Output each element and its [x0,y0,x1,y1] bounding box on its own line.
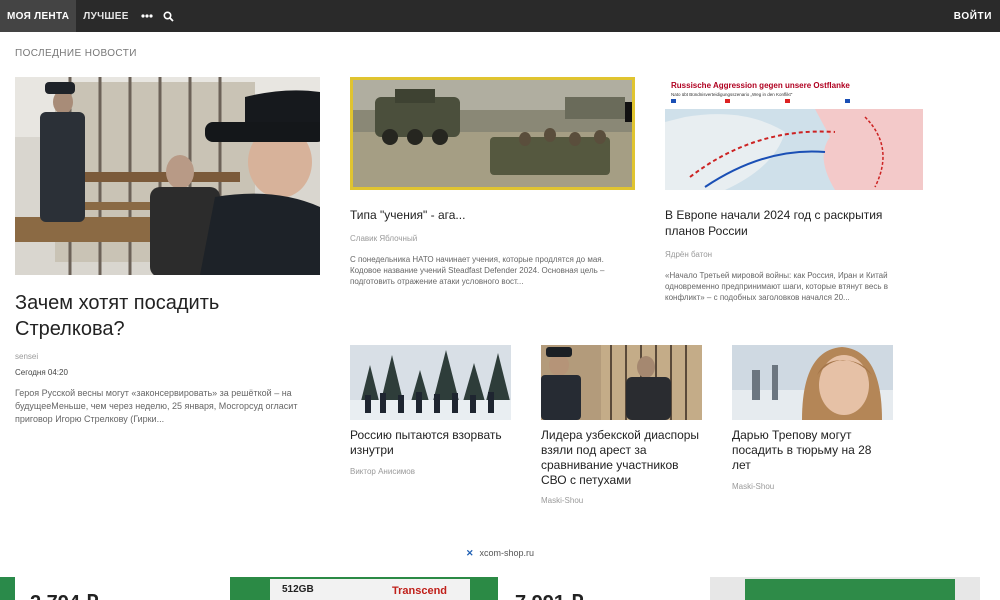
article-author[interactable]: Maski-Shou [541,496,583,505]
ad-price-left: 2 794 ₽ [30,592,99,600]
featured-article-date: Сегодня 04:20 [15,368,68,377]
article-image-map[interactable]: Russische Aggression gegen unsere Ostfla… [665,77,923,190]
nav-my-feed[interactable]: МОЯ ЛЕНТА [0,0,77,32]
main-nav: МОЯ ЛЕНТА ЛУЧШЕЕ [0,0,180,32]
ad-source-text: xcom-shop.ru [479,548,535,558]
featured-article-image[interactable] [15,77,320,275]
nav-best[interactable]: ЛУЧШЕЕ [76,0,135,32]
ad-source-link[interactable]: ✕ xcom-shop.ru [0,548,1000,559]
featured-article-title[interactable]: Зачем хотят посадить Стрелкова? [15,290,315,342]
ad-logo-icon: ✕ [465,548,474,558]
ad-brand: Transcend [392,585,447,597]
more-dots-icon[interactable] [136,0,158,32]
section-title: ПОСЛЕДНИЕ НОВОСТИ [15,48,137,59]
article-title[interactable]: В Европе начали 2024 год с раскрытия пла… [665,207,923,239]
featured-article-excerpt[interactable]: Героя Русской весны могут «законсервиров… [15,387,315,426]
article-image-portrait[interactable] [732,345,893,420]
article-excerpt[interactable]: «Начало Третьей мировой войны: как Росси… [665,270,923,303]
login-button[interactable]: ВОЙТИ [954,0,992,32]
article-title[interactable]: Типа "учения" - ага... [350,207,635,223]
article-author[interactable]: Ядрён батон [665,250,712,259]
ad-banner-strip[interactable]: 2 794 ₽ 512GB Transcend 7 991 ₽ [0,577,1000,600]
map-heading: Russische Aggression gegen unsere Ostfla… [671,81,850,90]
article-image-military[interactable] [350,77,635,190]
article-author[interactable]: Maski-Shou [732,482,774,491]
article-author[interactable]: Славик Яблочный [350,234,417,243]
top-navigation-bar: МОЯ ЛЕНТА ЛУЧШЕЕ ВОЙТИ [0,0,1000,32]
article-image-winter-forest[interactable] [350,345,511,420]
article-title[interactable]: Лидера узбекской диаспоры взяли под арес… [541,428,706,488]
featured-article-author[interactable]: sensei [15,352,38,361]
search-icon[interactable] [158,0,180,32]
map-subheading: Nato übt Bündnisverteidigungsszenario „W… [671,92,793,97]
article-title[interactable]: Россию пытаются взорвать изнутри [350,428,511,458]
article-author[interactable]: Виктор Анисимов [350,467,415,476]
article-image-court[interactable] [541,345,702,420]
ad-product-text: 512GB [282,584,314,595]
article-title[interactable]: Дарью Трепову могут посадить в тюрьму на… [732,428,893,473]
ad-price-right: 7 991 ₽ [515,592,584,600]
article-excerpt[interactable]: С понедельника НАТО начинает учения, кот… [350,254,635,287]
